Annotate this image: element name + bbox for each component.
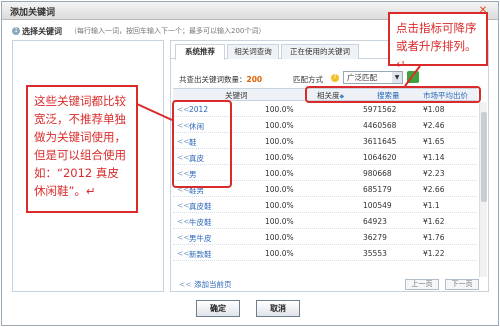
keyword-count: 共查出关键词数量：200 xyxy=(179,74,262,85)
annotation-text-right: 点击指标可降序或者升序排列。↵ xyxy=(396,21,477,71)
add-keyword-icon[interactable]: << xyxy=(177,249,190,258)
table-footer: << 添加当前页 上一页 下一页 xyxy=(173,279,487,291)
next-page-button[interactable]: 下一页 xyxy=(445,279,479,290)
table-row: << 真皮鞋 100.0% 100549 ¥1.1 xyxy=(173,198,477,213)
price-cell: ¥1.1 xyxy=(423,201,440,210)
price-cell: ¥1.62 xyxy=(423,217,445,226)
keyword-cell[interactable]: 真皮鞋 xyxy=(189,201,212,212)
price-cell: ¥1.76 xyxy=(423,233,445,242)
volume-cell: 5971562 xyxy=(363,105,397,114)
next-page-label: 下一页 xyxy=(451,280,473,288)
add-keyword-icon[interactable]: << xyxy=(177,217,190,226)
add-keyword-icon[interactable]: << xyxy=(177,201,190,210)
price-cell: ¥1.08 xyxy=(423,105,445,114)
relevance-cell: 100.0% xyxy=(265,217,294,226)
step-hint: （每行输入一词，按回车输入下一个；最多可以输入200个词） xyxy=(70,27,266,35)
ok-button[interactable]: 确定 xyxy=(196,300,240,317)
keyword-count-label: 共查出关键词数量： xyxy=(179,75,247,84)
keyword-cell[interactable]: 新款鞋 xyxy=(189,249,212,260)
relevance-cell: 100.0% xyxy=(265,185,294,194)
dialog-title: 添加关键词 xyxy=(10,8,56,18)
annotation-box-left: 这些关键词都比较宽泛，不推荐单独做为关键词使用，但是可以组合使用如：“2012 … xyxy=(26,85,138,213)
price-cell: ¥2.66 xyxy=(423,185,445,194)
price-cell: ¥1.65 xyxy=(423,137,445,146)
add-current-page-link[interactable]: << 添加当前页 xyxy=(179,279,231,290)
relevance-cell: 100.0% xyxy=(265,249,294,258)
add-keyword-icon: << xyxy=(179,280,192,289)
annotation-text-left: 这些关键词都比较宽泛，不推荐单独做为关键词使用，但是可以组合使用如：“2012 … xyxy=(34,94,126,198)
volume-cell: 36279 xyxy=(363,233,387,242)
relevance-cell: 100.0% xyxy=(265,153,294,162)
volume-cell: 64923 xyxy=(363,217,387,226)
table-scrollbar[interactable] xyxy=(479,102,487,277)
cancel-button[interactable]: 取消 xyxy=(256,300,300,317)
relevance-cell: 100.0% xyxy=(265,233,294,242)
match-type-value: 广泛匹配 xyxy=(347,73,377,82)
keyword-cell[interactable]: 牛皮鞋 xyxy=(189,217,212,228)
add-keyword-icon[interactable]: << xyxy=(177,233,190,242)
relevance-cell: 100.0% xyxy=(265,169,294,178)
tab-related-search[interactable]: 相关词查询 xyxy=(227,44,279,59)
table-row: << 牛皮鞋 100.0% 64923 ¥1.62 xyxy=(173,214,477,229)
relevance-cell: 100.0% xyxy=(265,201,294,210)
prev-page-label: 上一页 xyxy=(411,280,433,288)
scrollbar-thumb[interactable] xyxy=(481,112,487,202)
table-row: << 男牛皮 100.0% 36279 ¥1.76 xyxy=(173,230,477,245)
table-row: << 新款鞋 100.0% 35553 ¥1.22 xyxy=(173,246,477,261)
price-cell: ¥1.22 xyxy=(423,249,445,258)
volume-cell: 35553 xyxy=(363,249,387,258)
tab-keywords-in-use[interactable]: 正在使用的关键词 xyxy=(281,44,359,59)
relevance-cell: 100.0% xyxy=(265,105,294,114)
keyword-highlight xyxy=(172,100,232,188)
match-type-label: 匹配方式 xyxy=(293,75,323,84)
prev-page-button[interactable]: 上一页 xyxy=(405,279,439,290)
volume-cell: 3611645 xyxy=(363,137,397,146)
keyword-count-value: 200 xyxy=(246,75,263,84)
volume-cell: 100549 xyxy=(363,201,392,210)
price-cell: ¥2.46 xyxy=(423,121,445,130)
price-cell: ¥1.14 xyxy=(423,153,445,162)
relevance-cell: 100.0% xyxy=(265,137,294,146)
match-type-select[interactable]: 广泛匹配 ▼ xyxy=(343,71,403,84)
tab-system-recommend[interactable]: 系统推荐 xyxy=(175,44,225,60)
step-number-icon: 1 xyxy=(12,27,20,35)
chevron-down-icon: ▼ xyxy=(392,72,402,83)
add-current-page-label: 添加当前页 xyxy=(193,280,232,289)
relevance-cell: 100.0% xyxy=(265,121,294,130)
volume-cell: 1064620 xyxy=(363,153,397,162)
volume-cell: 4460568 xyxy=(363,121,397,130)
annotation-box-right: 点击指标可降序或者升序排列。↵ xyxy=(388,12,488,71)
sort-header-highlight xyxy=(305,86,481,103)
volume-cell: 980668 xyxy=(363,169,392,178)
step-label: 选择关键词 xyxy=(22,27,62,36)
help-icon[interactable]: ? xyxy=(331,74,339,82)
keyword-cell[interactable]: 男牛皮 xyxy=(189,233,212,244)
price-cell: ¥2.23 xyxy=(423,169,445,178)
volume-cell: 685179 xyxy=(363,185,392,194)
